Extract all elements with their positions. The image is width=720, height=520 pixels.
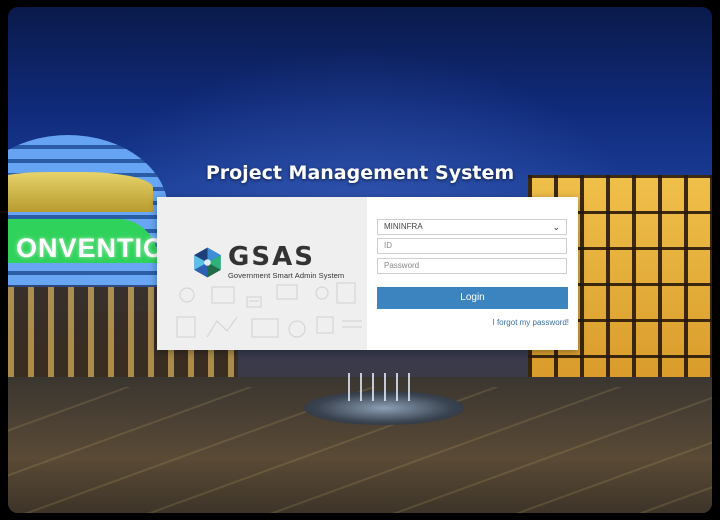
brand-panel: GSAS Government Smart Admin System [157,197,367,350]
password-input[interactable] [384,259,560,272]
gsas-hexagon-icon [194,247,221,277]
page-title: Project Management System [205,162,515,184]
logo-word: GSAS [228,242,315,272]
password-field[interactable] [377,258,567,274]
organization-select[interactable]: MININFRA ⌄ [377,219,567,235]
login-form: MININFRA ⌄ Login I forgot my password! [367,197,578,350]
forgot-password-link[interactable]: I forgot my password! [493,318,569,327]
id-field[interactable] [377,238,567,254]
login-button[interactable]: Login [377,287,568,309]
background-fountain-jets [348,373,418,401]
login-screen: ONVENTION Project Management System GSAS… [8,7,712,513]
id-input[interactable] [384,239,560,252]
login-card: GSAS Government Smart Admin System MININ… [157,197,578,350]
decorative-doodles-icon [176,282,362,338]
organization-select-value: MININFRA [384,222,423,231]
gsas-logo: GSAS Government Smart Admin System [191,244,344,280]
device-frame: ONVENTION Project Management System GSAS… [0,0,720,520]
chevron-down-icon: ⌄ [552,222,560,232]
